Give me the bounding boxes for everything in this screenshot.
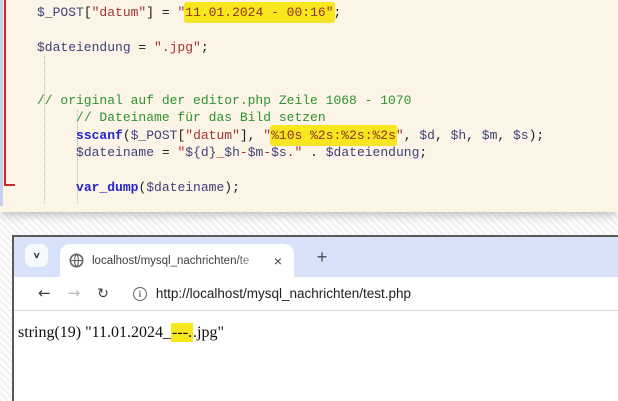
code-editor-pane: $_POST["datum"] = "11.01.2024 - 00:16"; … [0,0,618,212]
globe-icon [69,253,84,268]
site-info-icon[interactable]: i [133,287,147,301]
code-line [37,162,544,180]
new-tab-button[interactable]: + [310,245,334,269]
editor-left-edge [0,0,3,206]
php-block-bracket-line [4,0,15,186]
page-output: string(19) "11.01.2024_---..jpg" [14,311,618,342]
code-block: $_POST["datum"] = "11.01.2024 - 00:16"; … [37,4,544,197]
code-line: // original auf der editor.php Zeile 106… [37,92,544,110]
address-bar-url[interactable]: http://localhost/mysql_nachrichten/test.… [156,286,411,301]
code-line: // Dateiname für das Bild setzen [37,109,544,127]
tab-title: localhost/mysql_nachrichten/te [92,255,267,267]
tab-strip: ∨ localhost/mysql_nachrichten/te × + [14,237,618,277]
code-line [37,22,544,40]
code-line [37,57,544,75]
chevron-down-icon: ∨ [32,251,40,261]
browser-toolbar: ← → ↻ i http://localhost/mysql_nachricht… [14,277,618,310]
active-tab[interactable]: localhost/mysql_nachrichten/te × [60,244,294,277]
tab-search-button[interactable]: ∨ [25,244,48,267]
forward-button[interactable]: → [68,286,81,301]
code-line: $dateiendung = ".jpg"; [37,39,544,57]
code-line: $_POST["datum"] = "11.01.2024 - 00:16"; [37,4,544,22]
output-text-suffix: .jpg" [193,324,224,341]
output-text-prefix: string(19) "11.01.2024_ [18,324,171,341]
code-line [37,74,544,92]
browser-window: ∨ localhost/mysql_nachrichten/te × + ← →… [12,235,618,401]
output-text-highlighted: ---. [171,323,193,342]
tab-close-icon[interactable]: × [271,253,285,269]
back-button[interactable]: ← [38,286,51,301]
code-line: sscanf($_POST["datum"], "%10s %2s:%2s:%2… [37,127,544,145]
code-line: var_dump($dateiname); [37,179,544,197]
reload-button[interactable]: ↻ [97,287,109,301]
code-line: $dateiname = "${d}_$h-$m-$s." . $dateien… [37,144,544,162]
